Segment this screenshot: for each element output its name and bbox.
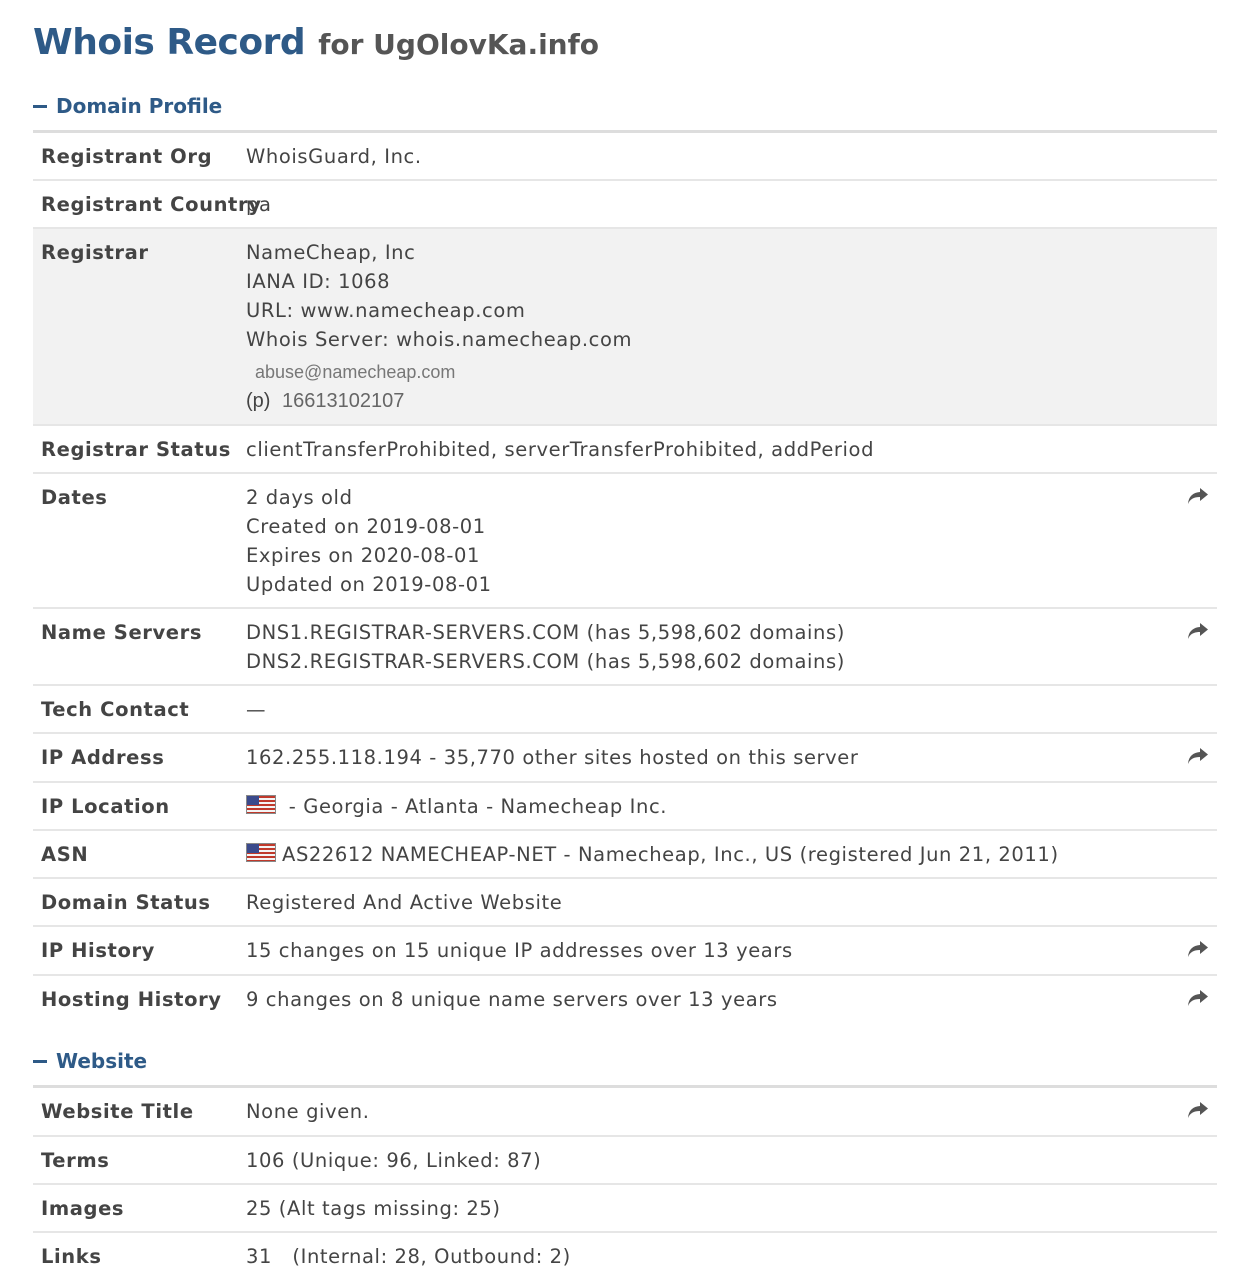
row-label: IP Address (33, 733, 246, 783)
domain-profile-heading: Domain Profile (56, 94, 223, 118)
domain-profile-toggle[interactable]: Domain Profile (33, 92, 1217, 120)
domain-profile-table: Registrant Org WhoisGuard, Inc. Registra… (33, 133, 1217, 1023)
row-registrar-status: Registrar Status clientTransferProhibite… (33, 425, 1217, 474)
row-ip-location: IP Location - Georgia - Atlanta - Namech… (33, 782, 1217, 831)
domain-status-value: Registered And Active Website (246, 878, 1176, 927)
registrar-abuse-email: abuse@namecheap.com (255, 362, 456, 382)
share-arrow-icon[interactable] (1187, 940, 1209, 958)
page-title-domain: for UgOlovKa.info (318, 28, 600, 61)
registrar-name: NameCheap, Inc (246, 241, 416, 264)
ip-location-value: - Georgia - Atlanta - Namecheap Inc. (246, 782, 1176, 831)
expires-date: Expires on 2020-08-01 (246, 544, 481, 567)
registrar-iana: IANA ID: 1068 (246, 270, 391, 293)
registrar-status-value: clientTransferProhibited, serverTransfer… (246, 425, 1176, 474)
ip-location-text: - Georgia - Atlanta - Namecheap Inc. (282, 795, 668, 818)
updated-date: Updated on 2019-08-01 (246, 573, 492, 596)
row-label: Registrant Org (33, 133, 246, 181)
row-terms: Terms 106 (Unique: 96, Linked: 87) (33, 1136, 1217, 1185)
row-label: Name Servers (33, 608, 246, 686)
row-registrar: Registrar NameCheap, Inc IANA ID: 1068 U… (33, 228, 1217, 426)
row-images: Images 25 (Alt tags missing: 25) (33, 1184, 1217, 1233)
website-toggle[interactable]: Website (33, 1047, 1217, 1075)
page-title: Whois Record for UgOlovKa.info (33, 22, 1217, 72)
page-title-main: Whois Record (33, 22, 306, 63)
row-registrant-country: Registrant Country pa (33, 180, 1217, 229)
tech-contact-value: — (246, 685, 1176, 734)
dates-value: 2 days old Created on 2019-08-01 Expires… (246, 473, 1176, 609)
ip-history-value: 15 changes on 15 unique IP addresses ove… (246, 926, 1176, 976)
registrar-value: NameCheap, Inc IANA ID: 1068 URL: www.na… (246, 228, 1176, 426)
share-arrow-icon[interactable] (1187, 622, 1209, 640)
images-value: 25 (Alt tags missing: 25) (246, 1184, 1176, 1233)
asn-text: AS22612 NAMECHEAP-NET - Namecheap, Inc.,… (282, 843, 1059, 866)
share-arrow-icon[interactable] (1187, 487, 1209, 505)
registrar-whois-server: Whois Server: whois.namecheap.com (246, 328, 633, 351)
row-tech-contact: Tech Contact — (33, 685, 1217, 734)
row-dates: Dates 2 days old Created on 2019-08-01 E… (33, 473, 1217, 609)
row-links: Links 31 (Internal: 28, Outbound: 2) (33, 1232, 1217, 1279)
row-website-title: Website Title None given. (33, 1088, 1217, 1137)
hosting-history-value: 9 changes on 8 unique name servers over … (246, 988, 778, 1011)
row-label: Hosting History (41, 988, 222, 1011)
share-arrow-icon[interactable] (1187, 1101, 1209, 1119)
website-title-value: None given. (246, 1088, 1176, 1137)
ip-address-value: 162.255.118.194 - 35,770 other sites hos… (246, 733, 1176, 783)
whois-page: Whois Record for UgOlovKa.info Domain Pr… (33, 0, 1217, 1279)
us-flag-icon (246, 843, 276, 862)
created-date: Created on 2019-08-01 (246, 515, 486, 538)
website-heading: Website (56, 1049, 148, 1073)
row-ip-address: IP Address 162.255.118.194 - 35,770 othe… (33, 733, 1217, 783)
row-label: Website Title (33, 1088, 246, 1137)
asn-value: AS22612 NAMECHEAP-NET - Namecheap, Inc.,… (246, 830, 1176, 879)
row-asn: ASN AS22612 NAMECHEAP-NET - Namecheap, I… (33, 830, 1217, 879)
row-label: Domain Status (33, 878, 246, 927)
name-server-2: DNS2.REGISTRAR-SERVERS.COM (has 5,598,60… (246, 650, 845, 673)
row-ip-history: IP History 15 changes on 15 unique IP ad… (33, 926, 1217, 976)
row-label: Registrant Country (33, 180, 261, 229)
links-value: 31 (Internal: 28, Outbound: 2) (246, 1245, 571, 1268)
row-label: ASN (33, 830, 246, 879)
row-label: Dates (33, 473, 246, 609)
name-server-1: DNS1.REGISTRAR-SERVERS.COM (has 5,598,60… (246, 621, 845, 644)
row-label: IP History (33, 926, 246, 976)
row-name-servers: Name Servers DNS1.REGISTRAR-SERVERS.COM … (33, 608, 1217, 686)
name-servers-value: DNS1.REGISTRAR-SERVERS.COM (has 5,598,60… (246, 608, 1176, 686)
phone-number: 16613102107 (282, 390, 405, 412)
registrant-country-value: pa (246, 180, 1176, 229)
website-table: Website Title None given. Terms 106 (Uni… (33, 1088, 1217, 1279)
phone-prefix: (p) (246, 390, 271, 412)
share-arrow-icon[interactable] (1187, 989, 1209, 1007)
row-hosting-history: Hosting History 9 changes on 8 unique na… (33, 975, 1217, 1023)
terms-value: 106 (Unique: 96, Linked: 87) (246, 1136, 1176, 1185)
domain-age: 2 days old (246, 486, 353, 509)
row-label: Registrar (33, 228, 246, 426)
row-label: Links (41, 1245, 102, 1268)
registrar-url: URL: www.namecheap.com (246, 299, 526, 322)
row-label: Terms (33, 1136, 246, 1185)
collapse-icon (33, 104, 47, 108)
collapse-icon (33, 1059, 47, 1063)
row-label: Images (33, 1184, 246, 1233)
row-registrant-org: Registrant Org WhoisGuard, Inc. (33, 133, 1217, 181)
row-label: Tech Contact (33, 685, 246, 734)
share-arrow-icon[interactable] (1187, 747, 1209, 765)
row-label: Registrar Status (33, 425, 246, 474)
registrant-org-value: WhoisGuard, Inc. (246, 133, 1176, 181)
registrar-phone: (p) 16613102107 (246, 387, 1176, 416)
us-flag-icon (246, 795, 276, 814)
row-label: IP Location (33, 782, 246, 831)
row-domain-status: Domain Status Registered And Active Webs… (33, 878, 1217, 927)
